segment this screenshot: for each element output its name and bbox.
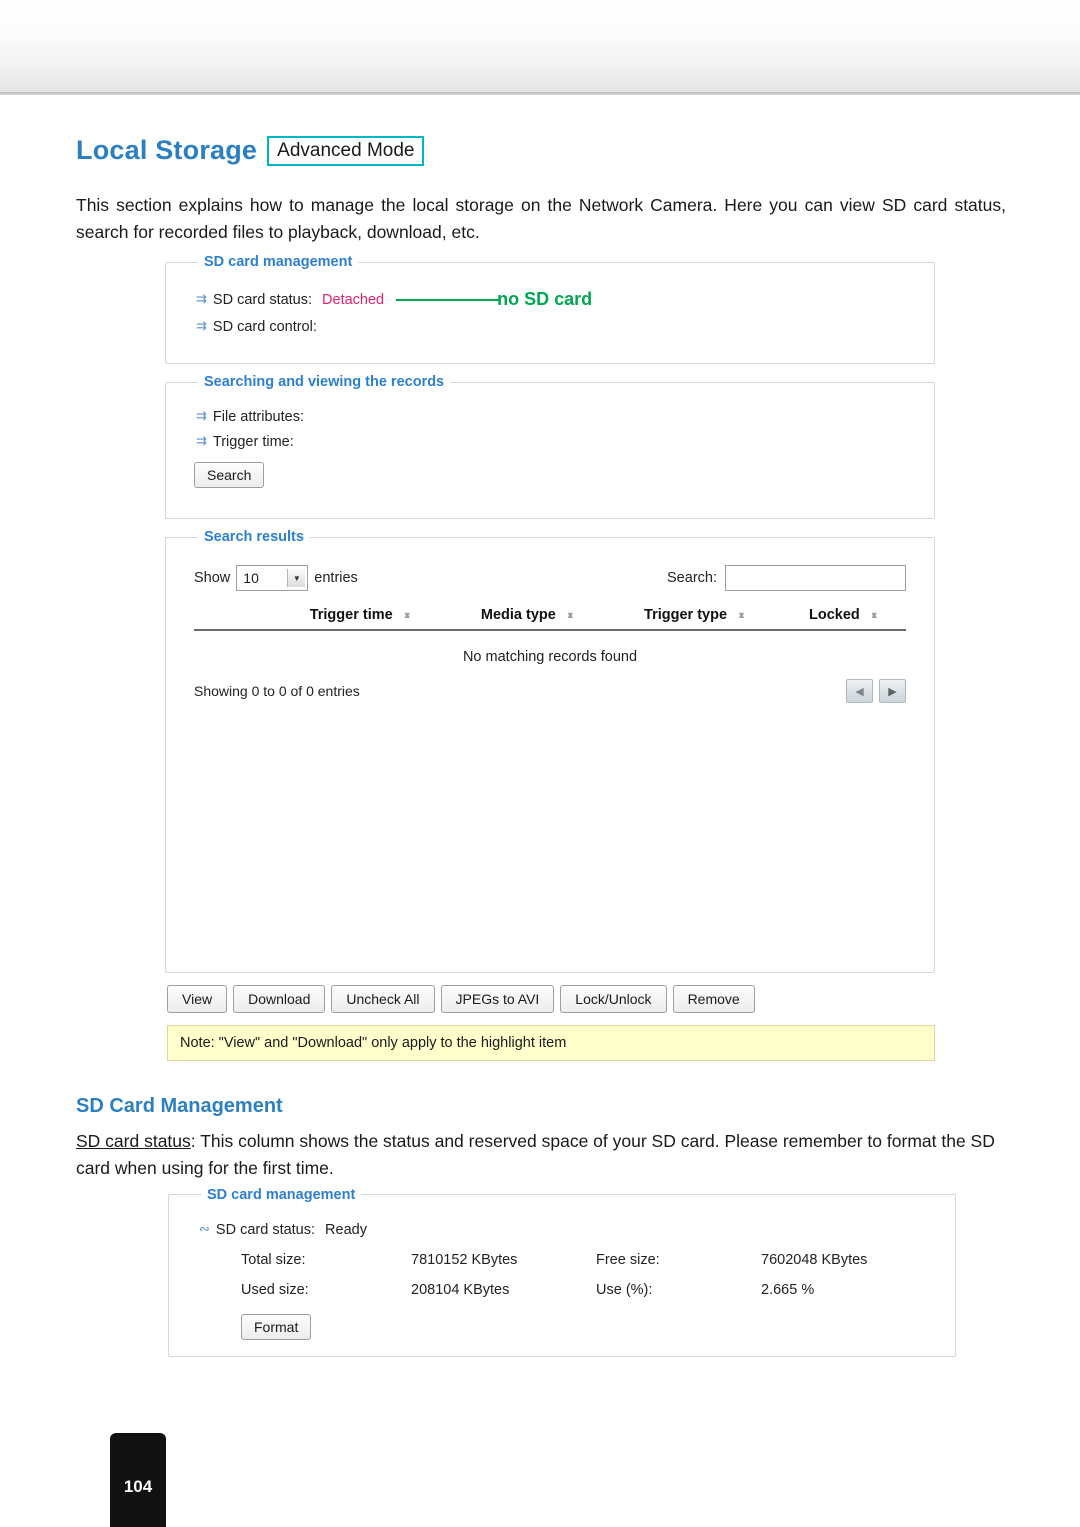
column-label: Media type bbox=[480, 607, 556, 624]
prev-page-button[interactable]: ◀ bbox=[846, 679, 873, 704]
callout-no-sd-card: no SD card bbox=[497, 289, 593, 310]
column-header-trigger-type[interactable]: Trigger type ▲ ▼ bbox=[608, 603, 782, 632]
showing-entries-text: Showing 0 to 0 of 0 entries bbox=[194, 683, 360, 700]
sd-card-status-row: ⇉ SD card status: Detached no SD card bbox=[196, 289, 920, 310]
sd-card-control-label: SD card control: bbox=[212, 319, 317, 336]
trigger-time-label: Trigger time: bbox=[212, 434, 294, 451]
column-label: Trigger type bbox=[644, 607, 728, 624]
free-size-value: 7602048 KBytes bbox=[761, 1251, 868, 1268]
bullet-icon: ∾ bbox=[199, 1220, 210, 1236]
intro-paragraph: This section explains how to manage the … bbox=[76, 195, 1006, 243]
sd-card-management-panel: SD card management ⇉ SD card status: Det… bbox=[165, 254, 935, 365]
note-bar: Note: "View" and "Download" only apply t… bbox=[167, 1025, 935, 1062]
results-toolbar: Show 10 ▼ entries Search: bbox=[194, 565, 906, 592]
used-size-label: Used size: bbox=[241, 1281, 309, 1298]
sd-card-status-row-2: ∾ SD card status: Ready bbox=[199, 1220, 941, 1238]
use-percent-value: 2.665 % bbox=[761, 1281, 815, 1298]
sd-card-control-row: ⇉ SD card control: bbox=[196, 318, 920, 336]
remove-button[interactable]: Remove bbox=[672, 985, 755, 1014]
results-search-input[interactable] bbox=[725, 565, 906, 592]
chevron-down-icon: ▼ bbox=[287, 569, 306, 588]
column-header-checkbox[interactable] bbox=[194, 603, 274, 632]
show-entries-group: Show 10 ▼ entries bbox=[194, 565, 358, 592]
page-title: Local Storage bbox=[76, 135, 258, 165]
format-button[interactable]: Format bbox=[241, 1313, 312, 1340]
column-label: Trigger time bbox=[309, 607, 393, 624]
column-header-media-type[interactable]: Media type ▲ ▼ bbox=[447, 603, 609, 632]
screenshot-local-storage: SD card management ⇉ SD card status: Det… bbox=[165, 254, 935, 1062]
entries-label: entries bbox=[314, 570, 358, 587]
bullet-icon: ⇉ bbox=[196, 290, 207, 306]
sd-card-status-label: SD card status: bbox=[212, 291, 313, 308]
sd-card-management-heading: SD Card Management bbox=[76, 1095, 283, 1118]
sd-card-status-paragraph: SD card status: This column shows the st… bbox=[76, 1128, 1006, 1181]
page-title-row: Local Storage Advanced Mode bbox=[76, 135, 1080, 166]
results-footer: Showing 0 to 0 of 0 entries ◀ ▶ bbox=[194, 679, 906, 704]
file-attributes-row: ⇉ File attributes: bbox=[196, 408, 920, 426]
total-size-value: 7810152 KBytes bbox=[411, 1251, 518, 1268]
bullet-icon: ⇉ bbox=[196, 408, 207, 424]
sd-card-status-value: Detached bbox=[322, 291, 385, 308]
bullet-icon: ⇉ bbox=[196, 433, 207, 449]
search-results-panel: Search results Show 10 ▼ entries Search: bbox=[165, 529, 935, 974]
entries-per-page-select[interactable]: 10 ▼ bbox=[236, 565, 309, 592]
no-records-message: No matching records found bbox=[462, 649, 638, 666]
trigger-time-row: ⇉ Trigger time: bbox=[196, 433, 920, 451]
jpegs-to-avi-button[interactable]: JPEGs to AVI bbox=[440, 985, 555, 1014]
column-header-locked[interactable]: Locked ▲ ▼ bbox=[781, 603, 906, 632]
search-button[interactable]: Search bbox=[194, 462, 265, 489]
advanced-mode-badge: Advanced Mode bbox=[267, 135, 425, 166]
used-size-value: 208104 KBytes bbox=[411, 1281, 510, 1298]
results-table: Trigger time ▲ ▼ Media type ▲ ▼ Trigger … bbox=[194, 603, 906, 632]
sd-card-info-grid: Total size: 7810152 KBytes Free size: 76… bbox=[241, 1252, 941, 1298]
use-percent-label: Use (%): bbox=[596, 1281, 653, 1298]
sd-card-status-label-2: SD card status: bbox=[215, 1221, 316, 1238]
pagination: ◀ ▶ bbox=[846, 679, 906, 704]
sd-card-management-legend: SD card management bbox=[204, 254, 353, 271]
view-button[interactable]: View bbox=[167, 985, 228, 1014]
results-action-buttons: View Download Uncheck All JPEGs to AVI L… bbox=[167, 985, 935, 1014]
searching-records-panel: Searching and viewing the records ⇉ File… bbox=[165, 374, 935, 520]
entries-per-page-value: 10 bbox=[243, 570, 259, 587]
table-header-row: Trigger time ▲ ▼ Media type ▲ ▼ Trigger … bbox=[194, 603, 906, 632]
total-size-label: Total size: bbox=[241, 1251, 306, 1268]
sd-card-management-legend-2: SD card management bbox=[207, 1186, 356, 1203]
page-number: 104 bbox=[123, 1477, 153, 1496]
download-button[interactable]: Download bbox=[233, 985, 326, 1014]
page-header-band bbox=[0, 0, 1080, 92]
sd-card-status-description: : This column shows the status and reser… bbox=[76, 1131, 995, 1178]
sd-card-status-value-2: Ready bbox=[325, 1221, 367, 1238]
lock-unlock-button[interactable]: Lock/Unlock bbox=[560, 985, 667, 1014]
free-size-label: Free size: bbox=[596, 1251, 660, 1268]
column-label: Locked bbox=[808, 607, 860, 624]
results-empty-space bbox=[180, 703, 920, 958]
sd-card-status-term: SD card status bbox=[76, 1131, 191, 1152]
column-header-trigger-time[interactable]: Trigger time ▲ ▼ bbox=[274, 603, 448, 632]
searching-records-legend: Searching and viewing the records bbox=[204, 374, 445, 391]
sd-card-management-panel-2: SD card management ∾ SD card status: Rea… bbox=[168, 1186, 956, 1357]
results-search-label: Search: bbox=[667, 570, 717, 587]
screenshot-sd-card-management: SD card management ∾ SD card status: Rea… bbox=[168, 1186, 956, 1357]
uncheck-all-button[interactable]: Uncheck All bbox=[331, 985, 435, 1014]
file-attributes-label: File attributes: bbox=[212, 409, 304, 426]
callout-line bbox=[396, 298, 502, 301]
show-label: Show bbox=[194, 570, 231, 587]
results-search-group: Search: bbox=[667, 565, 906, 592]
page-content: Local Storage Advanced Mode This section… bbox=[0, 95, 1080, 1367]
search-results-legend: Search results bbox=[204, 529, 304, 546]
next-page-button[interactable]: ▶ bbox=[879, 679, 906, 704]
bullet-icon: ⇉ bbox=[196, 318, 207, 334]
